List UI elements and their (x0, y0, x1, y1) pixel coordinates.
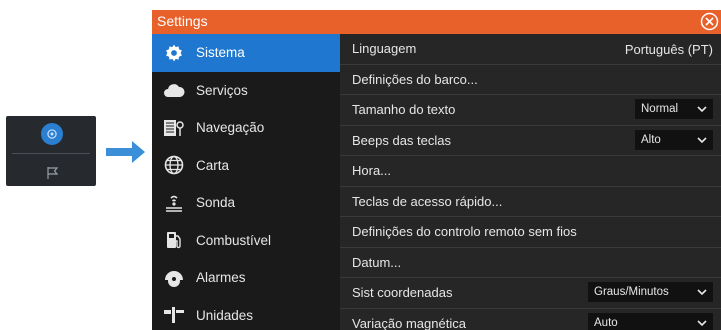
dropdown-value: Auto (594, 316, 618, 329)
setting-row-datum[interactable]: Datum... (340, 248, 721, 278)
navigation-icon (152, 118, 196, 138)
setting-row-controlo-remoto[interactable]: Definições do controlo remoto sem fios (340, 217, 721, 248)
units-icon (152, 305, 196, 325)
sidebar-item-label: Serviços (196, 82, 248, 98)
sidebar-item-sonda[interactable]: Sonda (152, 184, 340, 222)
settings-gear-icon (41, 123, 63, 145)
chevron-down-icon (697, 289, 707, 296)
sidebar-item-servicos[interactable]: Serviços (152, 72, 340, 110)
chevron-down-icon (697, 106, 707, 113)
key-beeps-dropdown[interactable]: Alto (635, 129, 713, 150)
sidebar-item-label: Unidades (196, 307, 254, 323)
setting-label: Beeps das teclas (352, 132, 452, 148)
fuel-pump-icon (152, 230, 196, 250)
dropdown-value: Normal (641, 103, 679, 115)
dropdown-value: Graus/Minutos (594, 286, 669, 298)
setting-label: Tamanho do texto (352, 102, 456, 118)
divider (12, 153, 90, 154)
gear-icon (152, 43, 196, 63)
setting-label: Hora... (352, 163, 392, 179)
setting-label: Linguagem (352, 41, 417, 57)
setting-row-teclas-acesso[interactable]: Teclas de acesso rápido... (340, 187, 721, 217)
sidebar-item-navegacao[interactable]: Navegação (152, 109, 340, 147)
globe-icon (152, 155, 196, 175)
setting-row-hora[interactable]: Hora... (340, 156, 721, 187)
setting-label: Datum... (352, 254, 402, 270)
setting-row-tamanho-texto[interactable]: Tamanho do texto Normal (340, 95, 721, 126)
settings-sidebar: Sistema Serviços Navegação Carta Sonda C… (152, 34, 354, 330)
setting-row-variacao-magnetica[interactable]: Variação magnética Auto (340, 309, 721, 330)
home-screen-thumbnail (6, 116, 96, 186)
settings-content: Linguagem Português (PT) Definições do b… (340, 34, 721, 330)
sidebar-item-sistema[interactable]: Sistema (152, 34, 354, 72)
setting-row-linguagem[interactable]: Linguagem Português (PT) (340, 34, 721, 65)
close-button[interactable] (700, 12, 719, 31)
chevron-down-icon (697, 319, 707, 326)
settings-dialog: Settings Sistema Serviços Navegação Cart… (152, 10, 721, 330)
flag-icon (46, 166, 60, 185)
sidebar-item-label: Navegação (196, 120, 265, 136)
sidebar-item-alarmes[interactable]: Alarmes (152, 259, 340, 297)
setting-row-beeps-teclas[interactable]: Beeps das teclas Alto (340, 126, 721, 156)
chevron-down-icon (697, 136, 707, 143)
sidebar-item-label: Carta (196, 157, 230, 173)
magnetic-variation-dropdown[interactable]: Auto (588, 312, 713, 330)
text-size-dropdown[interactable]: Normal (635, 99, 713, 119)
setting-label: Teclas de acesso rápido... (352, 193, 503, 209)
setting-label: Definições do barco... (352, 71, 478, 87)
sidebar-item-label: Combustível (196, 232, 272, 248)
coordinate-system-dropdown[interactable]: Graus/Minutos (588, 282, 713, 302)
close-icon (700, 12, 719, 31)
setting-row-definicoes-barco[interactable]: Definições do barco... (340, 65, 721, 95)
sidebar-item-carta[interactable]: Carta (152, 147, 340, 185)
alarm-icon (152, 268, 196, 288)
setting-row-sist-coordenadas[interactable]: Sist coordenadas Graus/Minutos (340, 278, 721, 309)
sidebar-item-unidades[interactable]: Unidades (152, 297, 340, 330)
setting-label: Definições do controlo remoto sem fios (352, 224, 577, 240)
sonar-icon (152, 193, 196, 213)
sidebar-item-label: Sistema (196, 45, 245, 61)
sidebar-item-combustivel[interactable]: Combustível (152, 222, 340, 260)
setting-value: Português (PT) (624, 42, 713, 57)
dialog-title: Settings (157, 13, 208, 29)
title-bar: Settings (152, 10, 721, 34)
dropdown-value: Alto (641, 133, 661, 146)
sidebar-item-label: Alarmes (196, 270, 246, 286)
cloud-icon (152, 82, 196, 98)
setting-label: Variação magnética (352, 315, 466, 330)
setting-label: Sist coordenadas (352, 285, 453, 301)
arrow-right-icon (106, 140, 146, 169)
sidebar-item-label: Sonda (196, 195, 236, 211)
